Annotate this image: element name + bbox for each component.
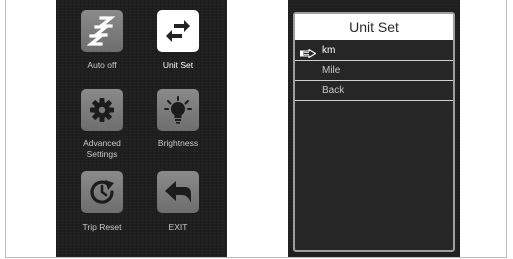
menu-label-advanced-settings: Advanced Settings bbox=[62, 138, 142, 160]
option-mile[interactable]: Mile bbox=[295, 61, 453, 81]
lightbulb-icon bbox=[163, 95, 193, 125]
option-km[interactable]: km bbox=[295, 41, 453, 61]
swap-arrows-icon bbox=[165, 19, 191, 43]
sleep-zzz-icon bbox=[87, 15, 117, 47]
option-mile-label: Mile bbox=[322, 65, 341, 76]
menu-item-unit-set[interactable] bbox=[157, 10, 199, 52]
menu-label-brightness: Brightness bbox=[157, 138, 199, 148]
option-back[interactable]: Back bbox=[295, 81, 453, 101]
reset-arrow-icon bbox=[87, 177, 117, 207]
menu-label-unit-set: Unit Set bbox=[162, 60, 194, 70]
unit-set-menu: Unit Set km Mile Back bbox=[293, 12, 455, 252]
menu-label-advanced-line2: Settings bbox=[86, 149, 118, 159]
menu-item-trip-reset[interactable] bbox=[81, 171, 123, 213]
menu-label-exit: EXIT bbox=[168, 222, 188, 232]
main-menu-panel: Auto off Unit Set Advanced Settings Brig… bbox=[56, 0, 227, 257]
unit-set-panel: Unit Set km Mile Back bbox=[288, 0, 460, 257]
menu-item-advanced-settings[interactable] bbox=[81, 89, 123, 131]
back-arrow-icon bbox=[163, 178, 193, 206]
option-km-label: km bbox=[322, 45, 336, 56]
menu-item-exit[interactable] bbox=[157, 171, 199, 213]
menu-label-advanced-line1: Advanced bbox=[83, 138, 121, 148]
option-back-label: Back bbox=[322, 85, 345, 96]
unit-set-title: Unit Set bbox=[295, 14, 453, 40]
menu-label-trip-reset: Trip Reset bbox=[82, 222, 122, 232]
menu-item-auto-off[interactable] bbox=[81, 10, 123, 52]
menu-item-brightness[interactable] bbox=[157, 89, 199, 131]
menu-label-auto-off: Auto off bbox=[87, 60, 117, 70]
gear-icon bbox=[88, 96, 116, 124]
